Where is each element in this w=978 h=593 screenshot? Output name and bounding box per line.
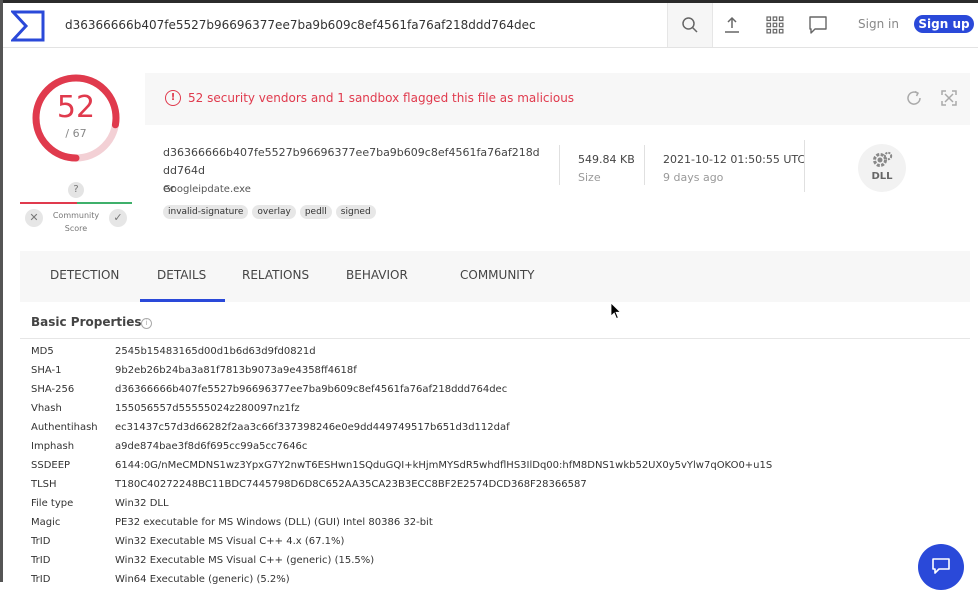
property-key: TrID [31, 574, 51, 585]
info-icon[interactable]: i [141, 318, 152, 329]
property-row: TrID Win32 Executable MS Visual C++ (gene… [31, 555, 961, 574]
property-key: SHA-256 [31, 384, 75, 395]
property-row: Authentihash ec31437c57d3d66282f2aa3c66f3… [31, 422, 961, 441]
apps-grid-icon[interactable] [765, 15, 785, 35]
chat-icon[interactable] [808, 15, 828, 35]
tab-community[interactable]: COMMUNITY [460, 268, 535, 282]
engine-total: / 67 [65, 127, 87, 140]
property-key: TrID [31, 536, 51, 547]
property-key: SSDEEP [31, 460, 71, 471]
property-key: Authentihash [31, 422, 98, 433]
search-icon [682, 17, 698, 33]
alert-exclamation-icon: ! [165, 90, 181, 106]
property-row: SHA-1 9b2eb26b24ba3a81f7813b9073a9e4358ff… [31, 365, 961, 384]
divider [20, 338, 970, 339]
property-key: Magic [31, 517, 61, 528]
property-row: Vhash 155056557d55555024z280097nz1fz [31, 403, 961, 422]
property-row: SHA-256 d36366666b407fe5527b96696377ee7ba… [31, 384, 961, 403]
property-key: TLSH [31, 479, 57, 490]
property-value[interactable]: Win32 Executable MS Visual C++ 4.x (67.1… [115, 536, 344, 547]
property-value[interactable]: 2545b15483165d00d1b6d63d9fd0821d [115, 346, 316, 357]
malicious-alert-text: 52 security vendors and 1 sandbox flagge… [188, 91, 575, 105]
property-value[interactable]: 155056557d55555024z280097nz1fz [115, 403, 300, 414]
support-chat-button[interactable] [918, 544, 964, 590]
divider [644, 145, 645, 185]
community-bar-positive [77, 202, 132, 204]
file-tag[interactable]: signed [335, 205, 376, 219]
community-bar-negative [20, 202, 77, 204]
tab-details[interactable]: DETAILS [157, 268, 206, 282]
community-score-unknown: ? [68, 182, 84, 198]
sign-up-button[interactable]: Sign up [914, 15, 974, 33]
mouse-cursor-icon [610, 302, 622, 320]
file-tag[interactable]: pedll [299, 205, 332, 219]
tab-behavior[interactable]: BEHAVIOR [346, 268, 408, 282]
property-row: TLSH T180C40272248BC11BDC7445798D6D8C652A… [31, 479, 961, 498]
analysis-date: 2021-10-12 01:50:55 UTC [663, 153, 806, 166]
window-left-border [0, 0, 3, 582]
file-name: Googleipdate.exe [163, 184, 251, 195]
reanalyze-icon[interactable] [905, 89, 923, 107]
sign-in-link[interactable]: Sign in [858, 17, 899, 31]
file-tag[interactable]: invalid-signature [163, 205, 249, 219]
active-tab-indicator [140, 299, 225, 302]
property-row: TrID Win64 Executable (generic) (5.2%) [31, 574, 961, 593]
analysis-age: 9 days ago [663, 171, 724, 184]
file-hash-line1: d36366666b407fe5527b96696377ee7ba9b609c8… [163, 146, 540, 177]
community-label-line1: Community [52, 211, 100, 220]
tab-relations[interactable]: RELATIONS [242, 268, 309, 282]
divider [804, 140, 805, 192]
property-row: Imphash a9de874bae3f8d6f695cc99a5cc7646c [31, 441, 961, 460]
property-row: Magic PE32 executable for MS Windows (DLL… [31, 517, 961, 536]
property-key: TrID [31, 555, 51, 566]
section-title: Basic Properties [31, 315, 142, 329]
property-key: Vhash [31, 403, 62, 414]
file-size-value: 549.84 KB [578, 153, 635, 166]
property-row: File type Win32 DLL [31, 498, 961, 517]
property-value[interactable]: 6144:0G/nMeCMDNS1wz3YpxG7Y2nwT6ESHwn1SQd… [115, 460, 772, 471]
file-tag[interactable]: overlay [252, 205, 296, 219]
property-value[interactable]: Win64 Executable (generic) (5.2%) [115, 574, 290, 585]
search-input[interactable]: d36366666b407fe5527b96696377ee7ba9b609c8… [65, 3, 669, 47]
vote-harmless-button[interactable]: ✓ [109, 209, 127, 227]
property-key: File type [31, 498, 74, 509]
file-type-label: DLL [871, 171, 893, 182]
property-key: Imphash [31, 441, 75, 452]
file-size-label: Size [578, 171, 601, 184]
property-value[interactable]: a9de874bae3f8d6f695cc99a5cc7646c [115, 441, 307, 452]
divider [559, 145, 560, 185]
graph-expand-icon[interactable] [940, 89, 958, 107]
property-value[interactable]: PE32 executable for MS Windows (DLL) (GU… [115, 517, 433, 528]
tab-detection[interactable]: DETECTION [50, 268, 119, 282]
property-value[interactable]: T180C40272248BC11BDC7445798D6D8C652AA35C… [115, 479, 587, 490]
upload-icon[interactable] [722, 15, 742, 35]
property-key: MD5 [31, 346, 54, 357]
gear-icon [873, 151, 893, 167]
property-row: MD5 2545b15483165d00d1b6d63d9fd0821d [31, 346, 961, 365]
property-row: SSDEEP 6144:0G/nMeCMDNS1wz3YpxG7Y2nwT6ESH… [31, 460, 961, 479]
community-label-line2: Score [64, 224, 88, 233]
vote-harmful-button[interactable]: ✕ [25, 209, 43, 227]
top-header: d36366666b407fe5527b96696377ee7ba9b609c8… [3, 3, 978, 48]
file-tags: invalid-signature overlay pedll signed [163, 199, 380, 219]
chat-bubble-icon [932, 558, 950, 574]
file-type-badge [858, 144, 906, 192]
community-score-label: Community Score [46, 209, 106, 235]
search-button[interactable] [667, 3, 713, 47]
property-value[interactable]: ec31437c57d3d66282f2aa3c66f337398246e0e9… [115, 422, 510, 433]
detection-count: 52 [56, 90, 96, 125]
property-value[interactable]: Win32 Executable MS Visual C++ (generic)… [115, 555, 374, 566]
property-value[interactable]: 9b2eb26b24ba3a81f7813b9073a9e4358ff4618f [115, 365, 357, 376]
property-row: TrID Win32 Executable MS Visual C++ 4.x (… [31, 536, 961, 555]
property-key: SHA-1 [31, 365, 62, 376]
property-value[interactable]: Win32 DLL [115, 498, 169, 509]
virustotal-logo-icon[interactable] [11, 10, 45, 42]
property-value[interactable]: d36366666b407fe5527b96696377ee7ba9b609c8… [115, 384, 507, 395]
